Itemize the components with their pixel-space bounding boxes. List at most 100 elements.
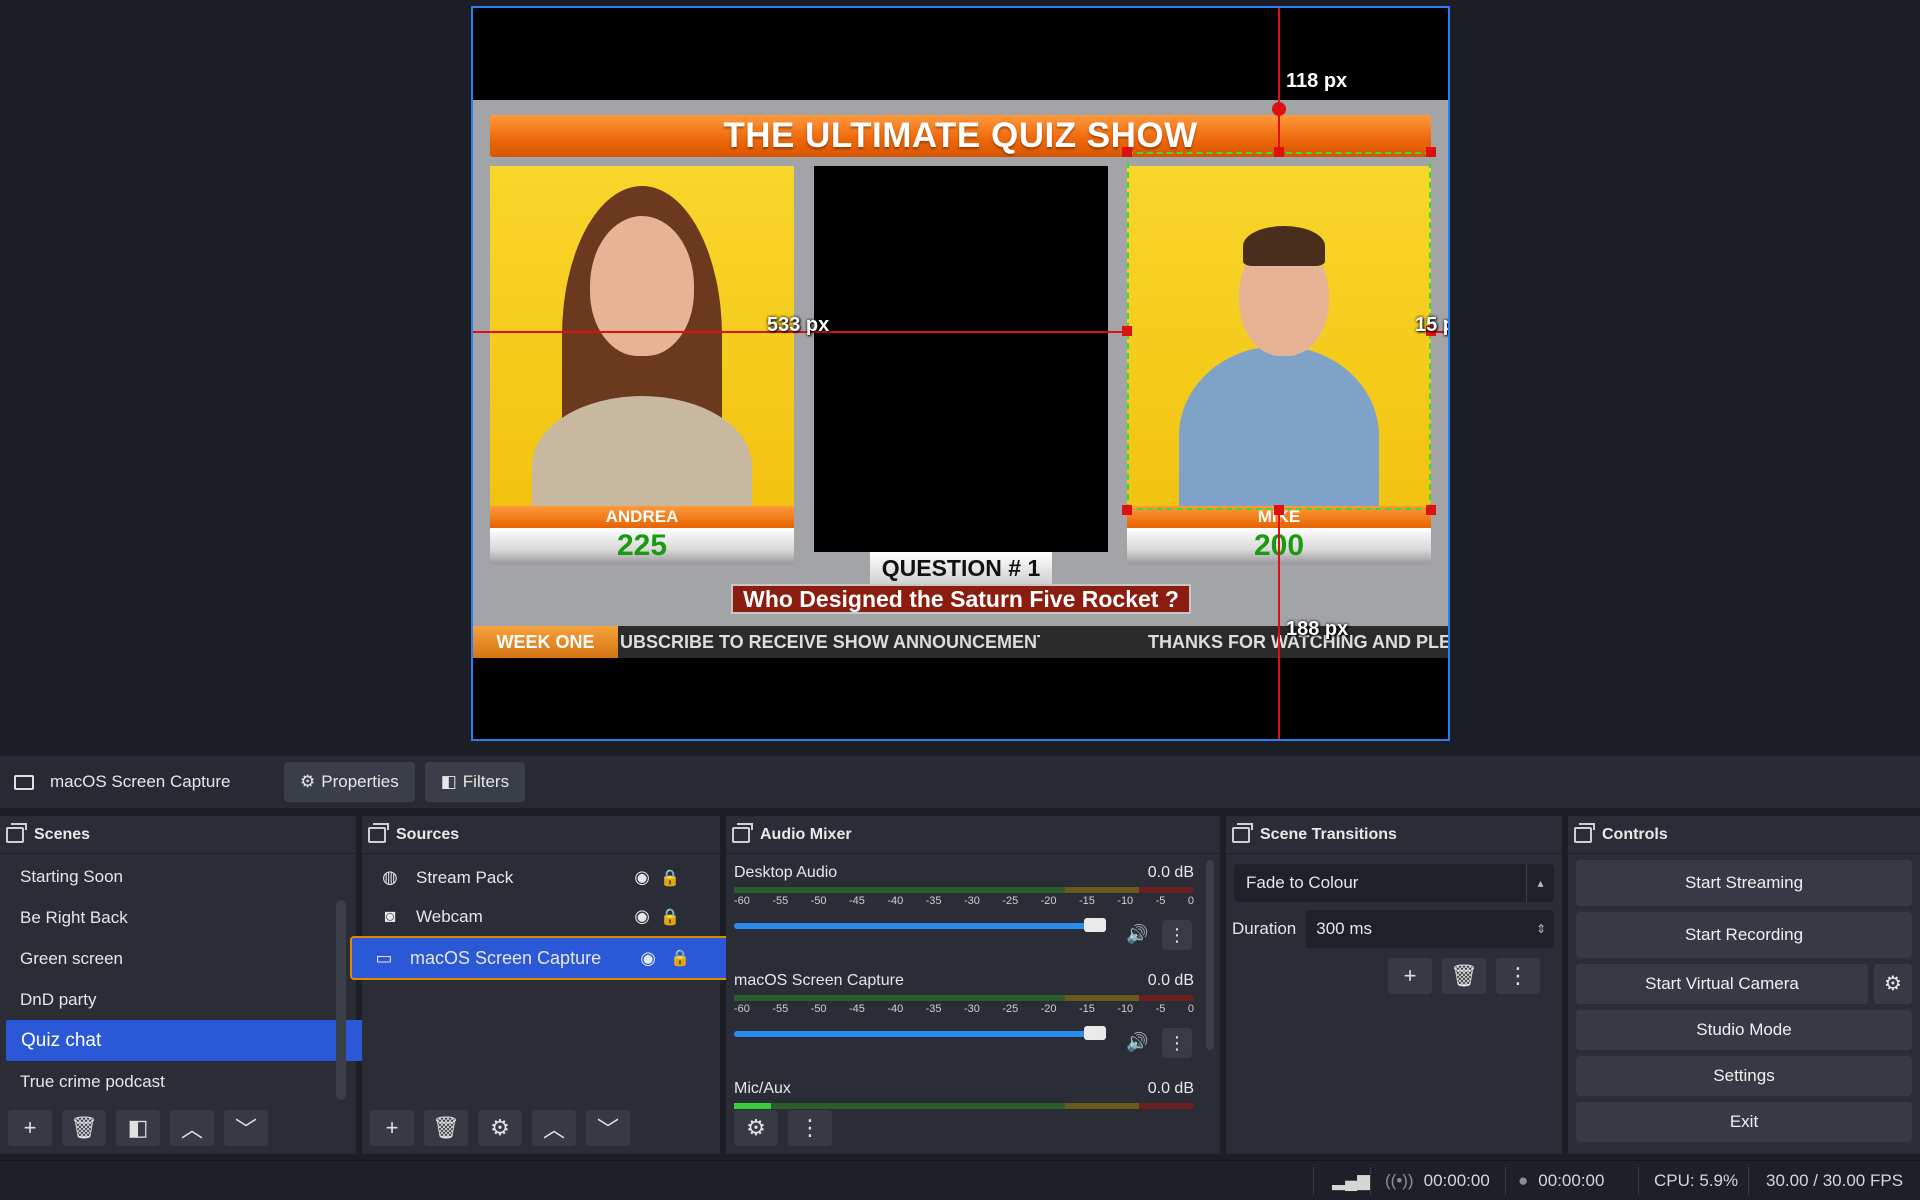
duration-label: Duration <box>1232 919 1297 938</box>
remove-scene-button[interactable]: 🗑 <box>62 1110 106 1146</box>
eye-icon[interactable]: ◉ <box>634 906 650 927</box>
scenes-header: Scenes <box>0 816 356 854</box>
source-item-macos-screen-capture[interactable]: ▭ macOS Screen Capture ◉ 🔒 <box>350 936 730 980</box>
move-source-up-button[interactable]: ︿ <box>532 1110 576 1146</box>
network-signal-icon: ▂▄▆ <box>1332 1171 1371 1190</box>
start-recording-button[interactable]: Start Recording <box>1576 912 1912 958</box>
start-virtual-camera-button[interactable]: Start Virtual Camera <box>1576 964 1868 1004</box>
lock-icon[interactable]: 🔒 <box>670 948 690 968</box>
transition-select[interactable]: Fade to Colour ▴ <box>1234 864 1554 902</box>
channel-menu-button[interactable]: ⋮ <box>1162 1028 1192 1058</box>
scene-item-true-crime-podcast[interactable]: True crime podcast <box>0 1061 356 1102</box>
channel-name: macOS Screen Capture <box>734 972 904 989</box>
scenes-scrollbar[interactable] <box>336 900 346 1100</box>
dock-icon <box>1574 822 1595 843</box>
virtual-camera-settings-button[interactable]: ⚙ <box>1874 964 1912 1004</box>
transition-menu-button[interactable]: ⋮ <box>1496 958 1540 994</box>
channel-name: Desktop Audio <box>734 864 838 881</box>
start-streaming-button[interactable]: Start Streaming <box>1576 860 1912 906</box>
status-bar: ▂▄▆ ((•)) 00:00:00 ● 00:00:00 CPU: 5.9% … <box>0 1160 1920 1200</box>
speaker-icon[interactable]: 🔊 <box>1126 924 1148 945</box>
source-item-webcam[interactable]: ◙ Webcam ◉ 🔒 <box>362 897 720 936</box>
filter-icon: ◧ <box>440 772 457 791</box>
virtual-camera-row: Start Virtual Camera ⚙ <box>1576 964 1912 1004</box>
remove-transition-button[interactable]: 🗑 <box>1442 958 1486 994</box>
remove-source-button[interactable]: 🗑 <box>424 1110 468 1146</box>
speaker-icon[interactable]: 🔊 <box>1126 1032 1148 1053</box>
source-item-stream-pack[interactable]: ◍ Stream Pack ◉ 🔒 <box>362 858 720 897</box>
eye-icon[interactable]: ◉ <box>640 948 656 969</box>
scene-item-starting-soon[interactable]: Starting Soon <box>0 856 356 897</box>
exit-button[interactable]: Exit <box>1576 1102 1912 1142</box>
dock-icon <box>368 822 389 843</box>
plus-icon: + <box>1403 963 1417 988</box>
add-source-button[interactable]: + <box>370 1110 414 1146</box>
chevron-down-icon: ﹀ <box>596 1117 619 1142</box>
advanced-audio-button[interactable]: ⚙ <box>734 1110 778 1146</box>
gear-icon: ⚙ <box>490 1115 510 1140</box>
resize-handle-bottom-left[interactable] <box>1122 505 1132 515</box>
resize-handle-top-left[interactable] <box>1122 147 1132 157</box>
eye-icon[interactable]: ◉ <box>634 867 650 888</box>
scene-filters-button[interactable]: ◧ <box>116 1110 160 1146</box>
duration-spinbox[interactable]: 300 ms ⇕ <box>1306 910 1554 948</box>
audio-mixer-title: Audio Mixer <box>760 825 852 843</box>
selection-bounding-box[interactable] <box>1127 152 1431 510</box>
scene-item-dnd-party[interactable]: DnD party <box>0 979 356 1020</box>
fps-readout: 30.00 / 30.00 FPS <box>1766 1171 1904 1190</box>
trash-icon: 🗑 <box>432 1115 460 1140</box>
source-label: macOS Screen Capture <box>410 947 602 968</box>
source-label: Stream Pack <box>416 867 514 887</box>
preview-area[interactable]: THE ULTIMATE QUIZ SHOW ANDREA 225 200 QU… <box>0 0 1920 748</box>
volume-meter <box>734 995 1194 1001</box>
question-text: Who Designed the Saturn Five Rocket ? <box>731 584 1191 614</box>
plus-icon: + <box>23 1115 37 1140</box>
preview-canvas[interactable]: THE ULTIMATE QUIZ SHOW ANDREA 225 200 QU… <box>471 6 1450 741</box>
move-source-down-button[interactable]: ﹀ <box>586 1110 630 1146</box>
add-scene-button[interactable]: + <box>8 1110 52 1146</box>
scenes-dock: Scenes Starting Soon Be Right Back Green… <box>0 816 370 1154</box>
lock-icon[interactable]: 🔒 <box>660 868 680 888</box>
plus-icon: + <box>385 1115 399 1140</box>
slider-handle[interactable] <box>1084 1026 1106 1040</box>
studio-mode-button[interactable]: Studio Mode <box>1576 1010 1912 1050</box>
duration-row: Duration 300 ms ⇕ <box>1232 910 1554 948</box>
more-vertical-icon: ⋮ <box>1168 925 1186 945</box>
cpu-usage: CPU: 5.9% <box>1654 1171 1739 1190</box>
scene-item-be-right-back[interactable]: Be Right Back <box>0 897 356 938</box>
chevron-down-icon: ﹀ <box>234 1117 257 1142</box>
broadcast-icon: ((•)) <box>1385 1171 1414 1190</box>
sources-footer: + 🗑 ⚙ ︿ ﹀ <box>362 1102 720 1154</box>
scene-item-quiz-chat[interactable]: Quiz chat <box>6 1020 370 1061</box>
properties-button[interactable]: ⚙ Properties <box>284 762 415 802</box>
filters-button[interactable]: ◧ Filters <box>424 762 526 802</box>
lock-icon[interactable]: 🔒 <box>660 907 680 927</box>
move-scene-up-button[interactable]: ︿ <box>170 1110 214 1146</box>
scene-transitions-dock: Scene Transitions Fade to Colour ▴ Durat… <box>1226 816 1562 1154</box>
source-toolbar: macOS Screen Capture ⚙ Properties ◧ Filt… <box>0 756 1920 808</box>
settings-button[interactable]: Settings <box>1576 1056 1912 1096</box>
mixer-scrollbar[interactable] <box>1206 860 1214 1050</box>
audio-mixer-footer: ⚙ ⋮ <box>726 1102 1220 1154</box>
volume-slider[interactable] <box>734 918 1106 932</box>
move-scene-down-button[interactable]: ﹀ <box>224 1110 268 1146</box>
resize-handle-bottom-right[interactable] <box>1426 505 1436 515</box>
player-photo-left <box>490 166 794 506</box>
woman-figure <box>522 186 762 506</box>
dock-icon <box>6 822 27 843</box>
gear-icon: ⚙ <box>1884 973 1902 995</box>
mixer-menu-button[interactable]: ⋮ <box>788 1110 832 1146</box>
more-vertical-icon: ⋮ <box>1507 963 1529 988</box>
slider-handle[interactable] <box>1084 918 1106 932</box>
scene-item-green-screen[interactable]: Green screen <box>0 938 356 979</box>
transition-buttons: + 🗑 ⋮ <box>1226 958 1540 994</box>
spin-arrows-icon[interactable]: ⇕ <box>1536 910 1546 948</box>
resize-handle-top-right[interactable] <box>1426 147 1436 157</box>
transition-value: Fade to Colour <box>1246 873 1359 892</box>
add-transition-button[interactable]: + <box>1388 958 1432 994</box>
channel-level: 0.0 dB <box>1147 1080 1194 1097</box>
scenes-footer: + 🗑 ◧ ︿ ﹀ <box>0 1102 356 1154</box>
channel-menu-button[interactable]: ⋮ <box>1162 920 1192 950</box>
volume-slider[interactable] <box>734 1026 1106 1040</box>
source-properties-button[interactable]: ⚙ <box>478 1110 522 1146</box>
